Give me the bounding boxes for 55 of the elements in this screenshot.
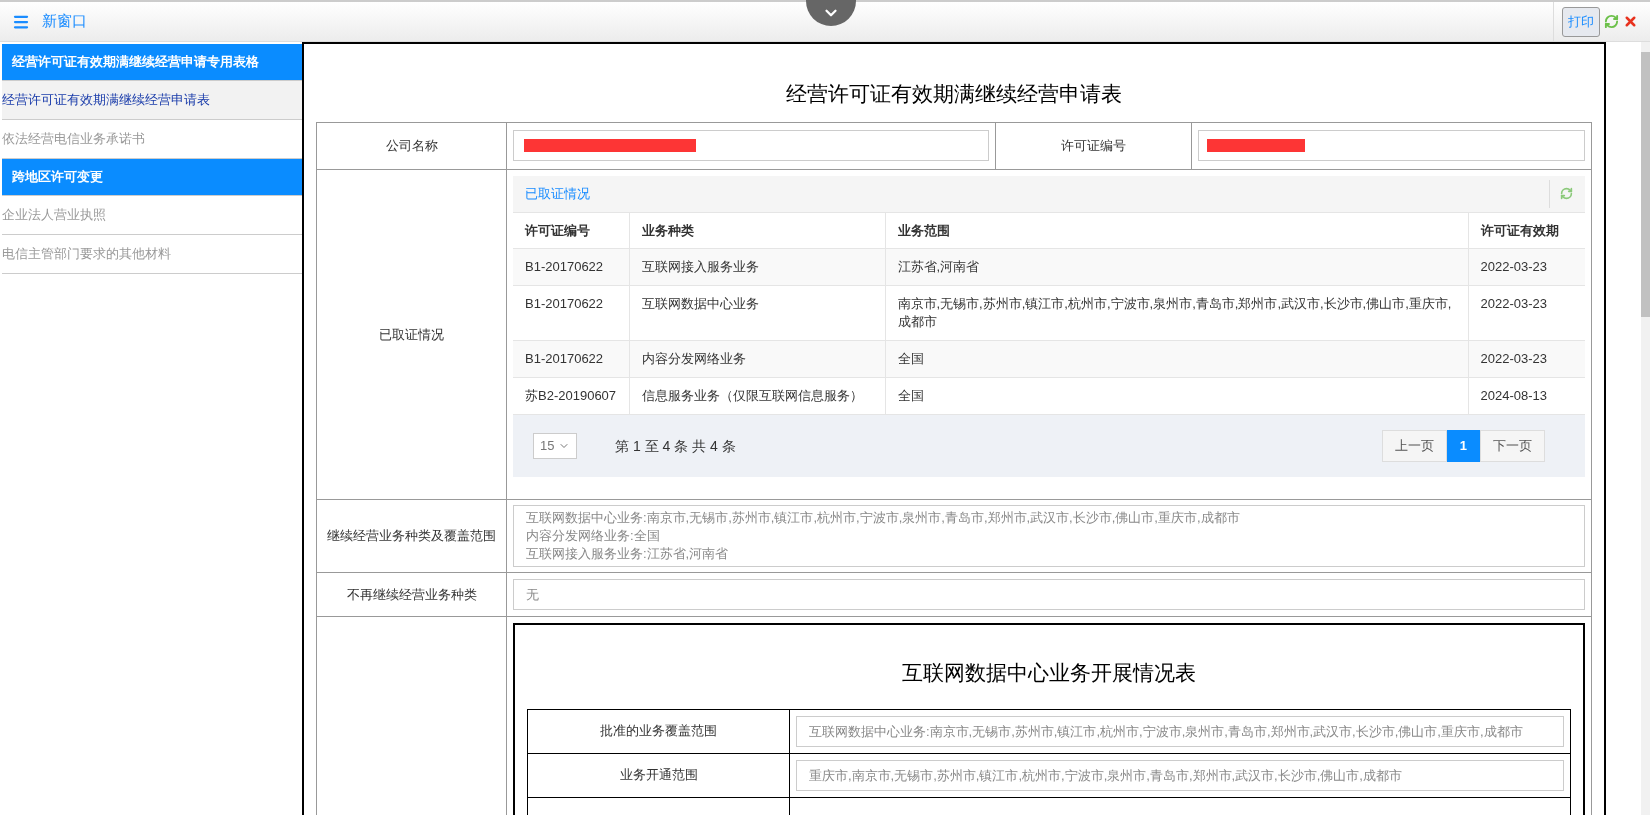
table-cell: 2022-03-23 (1480, 351, 1547, 366)
field-label: 许可证编号 (1061, 137, 1126, 153)
license-number-field[interactable] (1198, 130, 1585, 161)
table-cell: B1-20170622 (525, 296, 604, 311)
table-cell: 2022-03-23 (1480, 296, 1547, 311)
refresh-icon[interactable] (1560, 187, 1573, 200)
table-cell: 全国 (897, 351, 924, 366)
column-header: 业务范围 (897, 222, 950, 238)
pagination-button[interactable]: 下一页 (1480, 430, 1545, 462)
pagination-button[interactable]: 上一页 (1381, 430, 1447, 462)
table-cell: 江苏省,河南省 (897, 259, 980, 274)
column-header: 许可证有效期 (1480, 222, 1559, 238)
close-icon[interactable] (1623, 14, 1638, 29)
page-size-select[interactable]: 15 (533, 433, 577, 459)
table-cell: 信息服务业务（仅限互联网信息服务） (641, 388, 863, 403)
company-name-field[interactable] (513, 130, 989, 161)
page-summary: 第 1 至 4 条 共 4 条 (615, 436, 736, 456)
print-button[interactable]: 打印 (1562, 6, 1600, 37)
table-cell: B1-20170622 (525, 259, 604, 274)
field-label: 已取证情况 (379, 326, 444, 342)
refresh-icon[interactable] (1604, 14, 1619, 29)
table-cell: 苏B2-20190607 (525, 388, 617, 403)
sidebar-item[interactable]: 经营许可证有效期满继续经营申请表 (2, 81, 302, 120)
sidebar-section-header[interactable]: 经营许可证有效期满继续经营申请专用表格 (2, 44, 302, 81)
table-cell: 2022-03-23 (1480, 259, 1547, 274)
pull-down-tab[interactable] (806, 0, 856, 26)
sidebar-section-header[interactable]: 跨地区许可变更 (2, 159, 302, 196)
field-label: 不再继续经营业务种类 (346, 586, 477, 602)
column-header: 业务种类 (641, 222, 694, 238)
table-cell: 互联网接入服务业务 (641, 259, 759, 274)
field-label: 继续经营业务种类及覆盖范围 (327, 528, 496, 544)
field-label: 公司名称 (385, 137, 438, 153)
scope-line: 内容分发网络业务:全国 (526, 527, 660, 545)
window-title: 新窗口 (42, 11, 87, 32)
scrollbar-thumb[interactable] (1641, 52, 1650, 317)
table-cell: 2024-08-13 (1480, 388, 1547, 403)
scope-field[interactable]: 互联网数据中心业务:南京市,无锡市,苏州市,镇江市,杭州市,宁波市,泉州市,青岛市,郑州市,武汉市,长沙市,佛山市,重庆市,成都市 (796, 715, 1564, 747)
table-cell: 南京市,无锡市,苏州市,镇江市,杭州市,宁波市,泉州市,青岛市,郑州市,武汉市,长沙市,佛山市,重庆市,成都市 (897, 296, 1452, 329)
scope-field[interactable]: 重庆市,南京市,无锡市,苏州市,镇江市,杭州市,宁波市,泉州市,青岛市,郑州市,武汉市,长沙市,佛山市,成都市 (796, 759, 1564, 791)
field-label: 批准的业务覆盖范围 (600, 723, 717, 739)
table-cell: B1-20170622 (525, 351, 604, 366)
scrollbar[interactable] (1641, 42, 1650, 815)
scope-line: 互联网数据中心业务:南京市,无锡市,苏州市,镇江市,杭州市,宁波市,泉州市,青岛市,郑州市,武汉市,长沙市,佛山市,重庆市,成都市 (526, 509, 1240, 527)
table-cell: 内容分发网络业务 (641, 351, 746, 366)
table-cell: 全国 (897, 388, 924, 403)
report-title: 互联网数据中心业务开展情况表 (901, 660, 1197, 686)
table-cell: 互联网数据中心业务 (641, 296, 759, 311)
panel-title: 已取证情况 (525, 184, 590, 203)
discontinue-field[interactable]: 无 (513, 579, 1585, 610)
scope-line: 互联网接入服务业务:江苏省,河南省 (526, 545, 729, 563)
field-label: 业务开通范围 (619, 767, 698, 783)
column-header: 许可证编号 (525, 222, 590, 238)
form-title: 经营许可证有效期满继续经营申请表 (785, 81, 1123, 107)
pagination-button[interactable]: 1 (1446, 430, 1480, 462)
continue-scope-field[interactable]: 互联网数据中心业务:南京市,无锡市,苏州市,镇江市,杭州市,宁波市,泉州市,青岛市,郑州市,武汉市,长沙市,佛山市,重庆市,成都市 内容分发网络业务:全国 互联网接入服务业务:江苏省,河南省 (513, 505, 1585, 567)
